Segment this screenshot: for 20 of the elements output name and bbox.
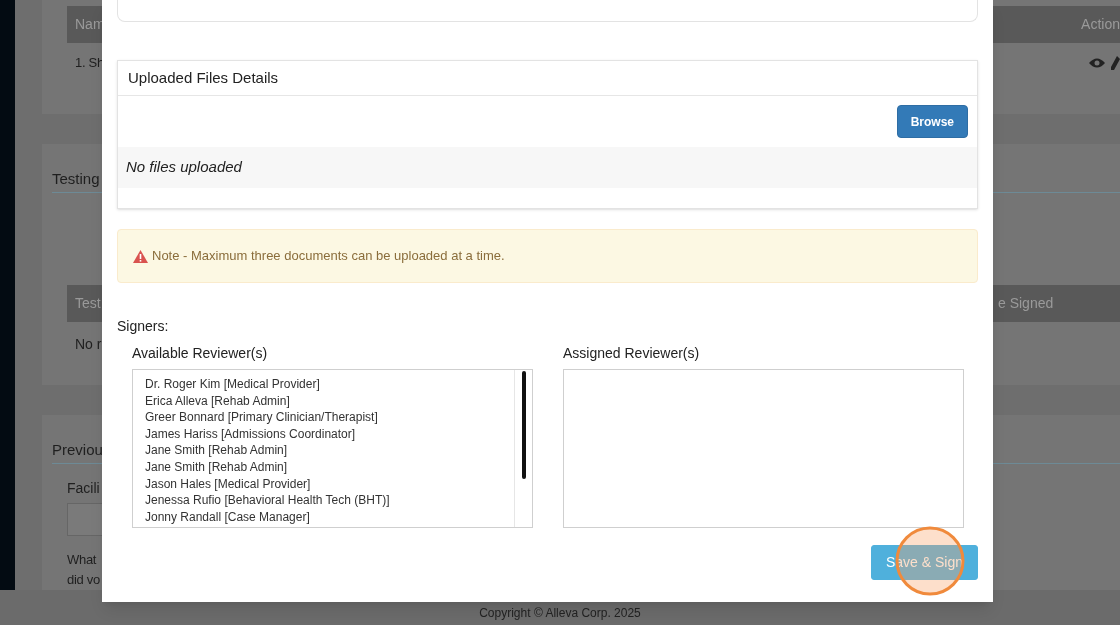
signers-label: Signers: xyxy=(117,317,170,336)
list-item[interactable]: Erica Alleva [Rehab Admin] xyxy=(145,392,514,410)
list-item[interactable]: Jane Smith [Rehab Admin] xyxy=(145,442,514,459)
question-text: What did vo xyxy=(67,551,100,589)
column-header: Test xyxy=(75,294,101,314)
browse-button[interactable]: Browse xyxy=(896,105,968,138)
field-label: Facili xyxy=(67,479,100,498)
list-item[interactable]: Dr. Roger Kim [Medical Provider] xyxy=(145,376,514,393)
list-item[interactable]: Jonny Randall [Case Manager] xyxy=(145,508,514,526)
column-header: e Signed xyxy=(998,294,1055,314)
alert-text: Note - Maximum three documents can be uploaded at a time. xyxy=(152,247,505,266)
list-item[interactable]: Greer Bonnard [Primary Clinician/Therapist] xyxy=(145,409,514,426)
list-label: Available Reviewer(s) xyxy=(132,344,269,363)
list-item[interactable]: Jason Hales [Medical Provider] xyxy=(145,475,514,493)
panel-title: Uploaded Files Details xyxy=(128,67,279,88)
copyright-text: Copyright © Alleva Corp. 2025 xyxy=(479,604,641,622)
list-item[interactable]: Jenessa Rufio [Behavioral Health Tech (BHT)] xyxy=(145,492,514,509)
empty-message: No r xyxy=(75,335,102,355)
column-header: Action xyxy=(1081,15,1120,34)
list-label: Assigned Reviewer(s) xyxy=(563,344,701,363)
